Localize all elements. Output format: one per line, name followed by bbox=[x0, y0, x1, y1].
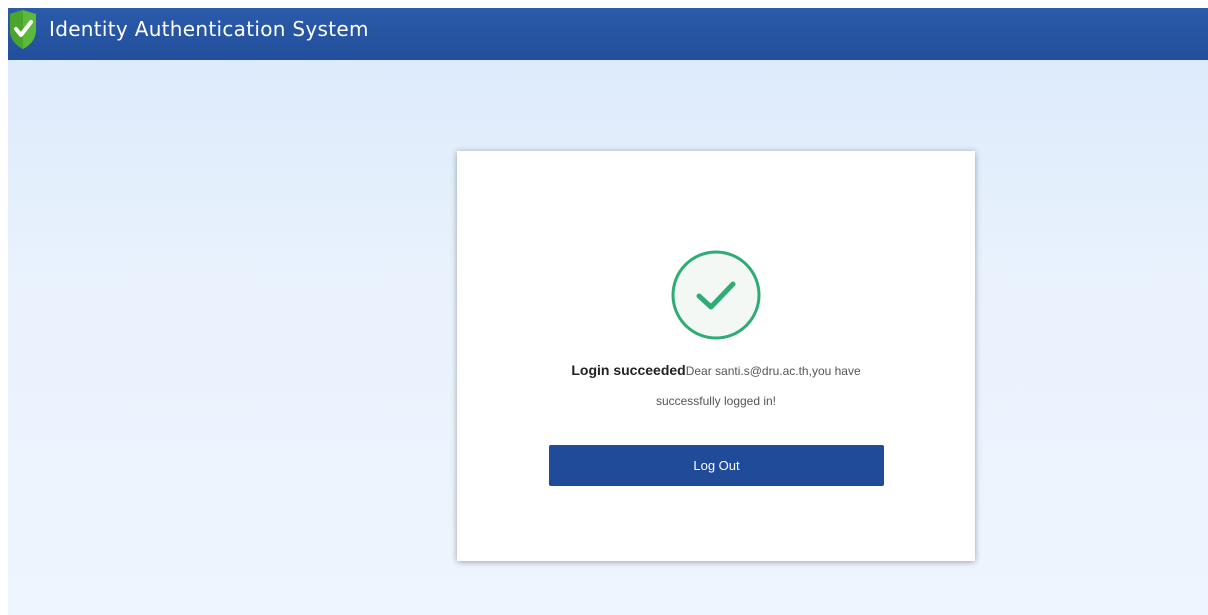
login-result-card: Login succeededDear santi.s@dru.ac.th,yo… bbox=[457, 151, 975, 561]
app-header: Identity Authentication System bbox=[8, 8, 1208, 60]
app-title: Identity Authentication System bbox=[49, 17, 369, 41]
shield-check-icon bbox=[10, 10, 36, 49]
check-circle-icon bbox=[671, 250, 761, 340]
login-confirm-text: successfully logged in! bbox=[655, 394, 777, 408]
login-status-text: Login succeeded bbox=[571, 362, 686, 378]
page-background: Identity Authentication System Login suc… bbox=[8, 8, 1208, 615]
logout-button[interactable]: Log Out bbox=[549, 445, 884, 486]
login-message: Login succeededDear santi.s@dru.ac.th,yo… bbox=[517, 355, 915, 416]
login-greeting-text: Dear santi.s@dru.ac.th,you have bbox=[685, 364, 861, 378]
